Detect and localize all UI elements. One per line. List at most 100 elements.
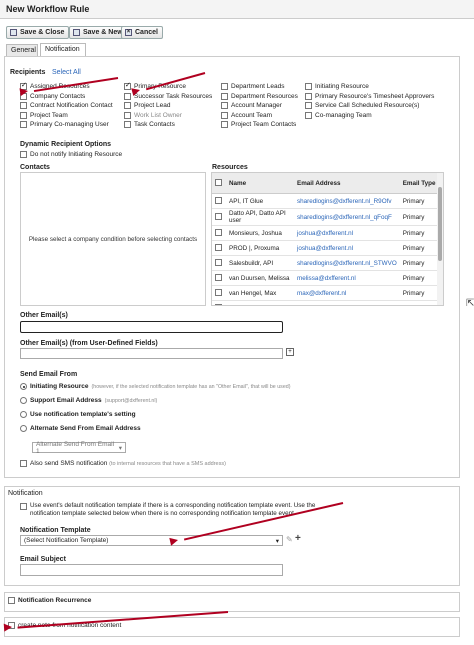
alternate-send-from-select[interactable]: Alternate Send From Email 1 ▾ [32,441,126,455]
table-row[interactable]: Monsieurs, Joshua joshua@dxfferent.nl Prim… [212,225,443,241]
recipient-checkbox[interactable] [124,102,131,110]
resource-checkbox[interactable] [215,243,222,251]
udf-emails-input[interactable] [20,348,283,359]
recurrence-checkbox[interactable] [8,597,15,604]
resource-email[interactable]: max@dxfferent.nl [294,285,400,301]
notification-template-select[interactable]: (Select Notification Template) ▾ [20,535,283,546]
recipient-option[interactable]: Primary Co-managing User [20,121,109,129]
send-from-label: Use notification template's setting [30,411,136,418]
resource-checkbox[interactable] [215,273,222,281]
recipient-checkbox[interactable] [305,83,312,90]
column-header-email: Email Address [294,173,400,194]
recipient-label: Initiating Resource [315,83,369,90]
recipient-option[interactable]: Department Leads [221,83,284,90]
resource-checkbox[interactable] [215,196,222,204]
recipient-checkbox[interactable] [221,111,228,119]
recipient-checkbox[interactable] [124,92,131,100]
resource-checkbox[interactable] [215,228,222,236]
send-from-hint: (support@dxfferent.nl) [104,397,158,404]
resource-email[interactable]: sharedlogins@dxfferent.nl_STWVO [294,255,400,271]
table-row[interactable]: van Lent, Daviddavid@dxfferent.nlPrimary [212,300,443,305]
recipient-checkbox[interactable] [305,111,312,119]
send-from-radio[interactable] [20,397,27,404]
other-emails-input[interactable] [20,321,283,333]
table-row[interactable]: Salesbuildr, API sharedlogins@dxfferent.n… [212,255,443,271]
recipient-option[interactable]: Project Team Contacts [221,121,296,129]
send-from-option[interactable]: Use notification template's setting [20,411,136,418]
send-from-option[interactable]: Support Email Address (support@dxfferent.… [20,397,157,404]
recipient-checkbox[interactable] [221,83,228,90]
resource-email[interactable]: melissa@dxfferent.nl [294,270,400,286]
resource-checkbox[interactable] [215,303,222,305]
recipient-option[interactable]: Account Team [221,111,272,119]
recipient-option[interactable]: Primary Resource's Timesheet Approvers [305,92,434,100]
recipient-checkbox[interactable] [221,92,228,100]
recipient-option[interactable]: Project Lead [124,102,171,110]
cancel-button[interactable]: × Cancel [121,26,163,39]
add-template-icon[interactable]: + [295,533,301,544]
recipient-option[interactable]: Department Resources [221,92,298,100]
use-event-template-checkbox[interactable] [20,503,27,510]
recipient-checkbox[interactable] [124,111,131,119]
tab-notification[interactable]: Notification [40,43,86,56]
recipient-option[interactable]: Account Manager [221,102,282,110]
resource-email[interactable]: sharedlogins@dxfferent.nl_R9Ofv [294,193,400,209]
scrollbar-thumb[interactable] [438,187,442,261]
recipient-option[interactable]: Work List Owner [124,111,182,119]
resource-checkbox[interactable] [215,258,222,266]
resource-email[interactable]: david@dxfferent.nl [294,300,400,305]
sms-checkbox[interactable] [20,460,27,467]
add-udf-icon[interactable]: + [286,348,294,356]
edit-template-icon[interactable]: ✎ [286,535,293,544]
recipient-option[interactable]: Project Team [20,111,68,119]
send-from-option[interactable]: Initiating Resource (however, if the sele… [20,383,290,390]
select-all-link[interactable]: Select All [52,69,81,76]
save-icon [10,29,17,36]
select-all-resources-checkbox[interactable] [215,178,222,186]
recipient-checkbox[interactable] [305,102,312,110]
recipient-option[interactable]: Co-managing Team [305,111,372,119]
recipient-option[interactable]: Task Contacts [124,121,175,129]
email-subject-input[interactable] [20,564,283,576]
recipient-checkbox[interactable] [20,111,27,119]
table-row[interactable]: van Hengel, Max max@dxfferent.nl Primary [212,285,443,301]
table-row[interactable]: Datto API, Datto API user sharedlogins@dx… [212,208,443,226]
resources-scrollbar[interactable] [437,173,443,305]
send-from-radio[interactable] [20,411,27,418]
save-icon [73,29,80,36]
send-from-radio[interactable] [20,425,27,432]
table-row[interactable]: API, IT Glue sharedlogins@dxfferent.nl_R9… [212,193,443,209]
do-not-notify-checkbox[interactable] [20,151,27,158]
recipient-option[interactable]: Contract Notification Contact [20,102,113,110]
do-not-notify-option[interactable]: Do not notify Initiating Resource [20,151,122,158]
resource-checkbox[interactable] [215,212,222,220]
recipient-checkbox[interactable] [305,92,312,100]
resource-email[interactable]: joshua@dxfferent.nl [294,240,400,256]
recipient-option[interactable]: Initiating Resource [305,83,369,90]
recipient-checkbox[interactable] [124,121,131,129]
resource-name: van Hengel, Max [226,285,294,301]
recipient-checkbox[interactable] [221,121,228,129]
recipient-option[interactable]: Company Contacts [20,92,85,100]
recipient-checkbox[interactable] [20,121,27,129]
save-new-button[interactable]: Save & New [69,26,128,39]
resource-checkbox[interactable] [215,288,222,296]
recipient-checkbox[interactable] [221,102,228,110]
sms-option[interactable]: Also send SMS notification (to internal … [20,460,226,467]
recipient-option[interactable]: Service Call Scheduled Resource(s) [305,102,419,110]
use-event-template-option[interactable]: Use event's default notification templat… [20,502,320,517]
chevron-down-icon: ▾ [118,444,122,452]
tab-general[interactable]: General [6,44,38,56]
resource-email[interactable]: joshua@dxfferent.nl [294,225,400,241]
table-row[interactable]: PROD |, Proxuma joshua@dxfferent.nl Primar… [212,240,443,256]
recipient-checkbox[interactable] [20,102,27,110]
recurrence-option[interactable]: Notification Recurrence [8,597,91,604]
recipient-label: Successor Task Resources [134,92,213,100]
recipient-checkbox[interactable] [124,81,131,90]
save-close-button[interactable]: Save & Close [6,26,70,39]
table-row[interactable]: van Duursen, Melissa melissa@dxfferent.nl… [212,270,443,286]
resource-email[interactable]: sharedlogins@dxfferent.nl_qFoqF [294,208,400,226]
send-from-radio[interactable] [20,383,27,390]
send-from-option[interactable]: Alternate Send From Email Address [20,425,141,432]
contacts-heading: Contacts [20,164,50,171]
